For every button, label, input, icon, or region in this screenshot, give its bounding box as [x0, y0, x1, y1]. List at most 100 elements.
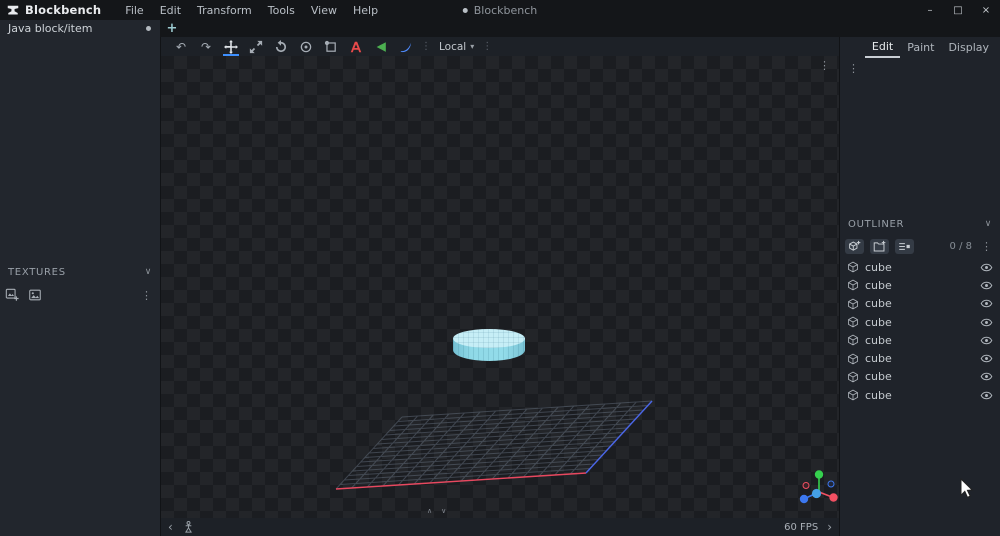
blue-tool-icon — [400, 42, 412, 52]
close-button[interactable]: × — [972, 0, 1000, 20]
element-name: cube — [865, 278, 892, 292]
move-tool-button[interactable] — [219, 37, 243, 56]
minimize-button[interactable]: – — [916, 0, 944, 20]
element-name: cube — [865, 388, 892, 402]
visibility-eye-icon[interactable] — [980, 352, 993, 365]
visibility-eye-icon[interactable] — [980, 316, 993, 329]
textures-menu-kebab-icon[interactable]: ⋮ — [138, 290, 155, 301]
gizmo-center-ball[interactable] — [811, 488, 822, 499]
menu-view[interactable]: View — [303, 1, 345, 20]
create-texture-button[interactable] — [28, 288, 42, 302]
visibility-eye-icon[interactable] — [980, 297, 993, 310]
add-cube-icon — [849, 240, 861, 251]
rotate-tool-button[interactable] — [269, 37, 293, 56]
cube-icon — [847, 279, 859, 291]
menu-help[interactable]: Help — [345, 1, 386, 20]
add-cube-button[interactable] — [845, 238, 864, 254]
z-axis-line — [586, 401, 652, 473]
outliner-row[interactable]: cube — [840, 368, 1000, 386]
textures-panel-header[interactable]: TEXTURES ∨ — [0, 264, 160, 280]
outliner-row[interactable]: cube — [840, 331, 1000, 349]
toolbar-menu-kebab2-icon[interactable]: ⋮ — [480, 41, 494, 52]
outliner-list: cube cube cube cube cube cube cube cube — [840, 258, 1000, 404]
outliner-row[interactable]: cube — [840, 258, 1000, 276]
view-axis-gizmo[interactable] — [793, 464, 839, 512]
toolbar-menu-kebab-icon[interactable]: ⋮ — [419, 41, 433, 52]
project-tab[interactable]: Java block/item — [0, 20, 160, 37]
add-group-button[interactable] — [870, 238, 889, 254]
status-chevron-right-icon[interactable]: › — [827, 521, 832, 533]
vertex-snap-tool-icon — [324, 40, 336, 52]
outliner-toolbar: 0 / 8 ⋮ — [840, 237, 1000, 255]
red-tool-button[interactable] — [344, 37, 368, 56]
window-controls: – □ × — [916, 0, 1000, 20]
blockbench-logo-icon — [7, 5, 19, 15]
red-tool-icon — [350, 41, 362, 52]
visibility-eye-icon[interactable] — [980, 389, 993, 402]
outliner-row[interactable]: cube — [840, 295, 1000, 313]
redo-button[interactable]: ↷ — [194, 37, 218, 56]
visibility-eye-icon[interactable] — [980, 261, 993, 274]
chevron-down-icon: ∨ — [144, 267, 152, 277]
blue-tool-button[interactable] — [394, 37, 418, 56]
cube-icon — [847, 316, 859, 328]
collapse-up-icon: ∧ — [427, 507, 433, 515]
status-chevron-left-icon[interactable]: ‹ — [168, 521, 173, 533]
menu-edit[interactable]: Edit — [152, 1, 189, 20]
3d-canvas[interactable]: ⋮ ∧ ∨ — [161, 56, 839, 518]
visibility-eye-icon[interactable] — [980, 370, 993, 383]
vertex-snap-tool-button[interactable] — [319, 37, 343, 56]
cube-icon — [847, 298, 859, 310]
menu-transform[interactable]: Transform — [189, 1, 260, 20]
fps-counter: 60 FPS — [784, 521, 819, 533]
pivot-tool-button[interactable] — [294, 37, 318, 56]
new-tab-button[interactable]: + — [162, 20, 182, 37]
menu-tools[interactable]: Tools — [260, 1, 303, 20]
visibility-eye-icon[interactable] — [980, 334, 993, 347]
viewport: ↶ ↷ ⋮ Local ▾ ⋮ ⋮ ∧ ∨ ‹ 60 FPS › — [160, 37, 840, 536]
tab-edit[interactable]: Edit — [864, 38, 901, 58]
outliner-row[interactable]: cube — [840, 276, 1000, 294]
tab-paint[interactable]: Paint — [900, 39, 941, 57]
gizmo-z-ball[interactable] — [799, 494, 809, 504]
add-group-folder-icon — [873, 240, 886, 251]
undo-button[interactable]: ↶ — [169, 37, 193, 56]
pivot-tool-icon — [300, 41, 312, 52]
transform-space-dropdown[interactable]: Local ▾ — [434, 37, 479, 56]
caret-down-icon: ▾ — [470, 42, 475, 51]
left-panel: TEXTURES ∨ ⋮ — [0, 37, 160, 536]
blockbench-window: Blockbench File Edit Transform Tools Vie… — [0, 0, 1000, 536]
project-tab-bar: Java block/item + — [0, 20, 1000, 37]
cube-icon — [847, 261, 859, 273]
outliner-panel-header[interactable]: OUTLINER ∨ — [840, 216, 1000, 232]
right-panel-menu-kebab-icon[interactable]: ⋮ — [845, 63, 862, 74]
element-name: cube — [865, 315, 892, 329]
mode-tabs: Edit Paint Display — [840, 37, 1000, 58]
titlebar: Blockbench File Edit Transform Tools Vie… — [0, 0, 1000, 20]
outliner-row[interactable]: cube — [840, 313, 1000, 331]
cylinder-mesh[interactable] — [453, 329, 525, 363]
cube-icon — [847, 334, 859, 346]
outliner-row[interactable]: cube — [840, 349, 1000, 367]
menu-file[interactable]: File — [117, 1, 151, 20]
element-name: cube — [865, 297, 892, 311]
resize-tool-button[interactable] — [244, 37, 268, 56]
element-name: cube — [865, 352, 892, 366]
maximize-button[interactable]: □ — [944, 0, 972, 20]
import-texture-button[interactable] — [5, 288, 19, 302]
green-tool-icon — [376, 41, 386, 52]
outliner-row[interactable]: cube — [840, 386, 1000, 404]
sort-outliner-button[interactable] — [895, 238, 914, 254]
tab-display[interactable]: Display — [941, 39, 996, 57]
visibility-eye-icon[interactable] — [980, 279, 993, 292]
gizmo-x-ball[interactable] — [829, 493, 838, 502]
outliner-menu-kebab-icon[interactable]: ⋮ — [978, 241, 995, 252]
armor-stand-icon[interactable] — [182, 520, 195, 534]
tab-unsaved-dot-icon — [146, 26, 151, 31]
panel-collapse-handle[interactable]: ∧ ∨ — [427, 507, 446, 515]
gizmo-y-ball[interactable] — [814, 470, 824, 479]
viewport-menu-kebab-icon[interactable]: ⋮ — [816, 60, 833, 71]
element-name: cube — [865, 260, 892, 274]
green-tool-button[interactable] — [369, 37, 393, 56]
element-name: cube — [865, 333, 892, 347]
